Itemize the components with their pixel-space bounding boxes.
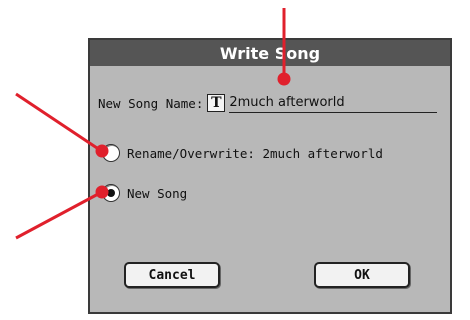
radio-selected-dot bbox=[107, 189, 115, 197]
song-name-row: New Song Name: T 2much afterworld bbox=[98, 92, 438, 114]
new-song-option[interactable]: New Song bbox=[102, 184, 187, 202]
write-song-dialog: Write Song New Song Name: T 2much afterw… bbox=[88, 38, 452, 314]
rename-overwrite-radio[interactable] bbox=[102, 144, 120, 162]
rename-overwrite-option[interactable]: Rename/Overwrite: 2much afterworld bbox=[102, 144, 383, 162]
new-song-label: New Song bbox=[127, 185, 188, 201]
ok-button[interactable]: OK bbox=[314, 262, 410, 288]
rename-overwrite-label: Rename/Overwrite: 2much afterworld bbox=[127, 145, 383, 161]
text-edit-icon[interactable]: T bbox=[207, 94, 226, 112]
song-name-label: New Song Name: bbox=[98, 95, 204, 111]
song-name-field[interactable]: 2much afterworld bbox=[229, 94, 438, 113]
dialog-title: Write Song bbox=[90, 40, 450, 66]
new-song-radio[interactable] bbox=[102, 184, 120, 202]
cancel-button[interactable]: Cancel bbox=[124, 262, 220, 288]
